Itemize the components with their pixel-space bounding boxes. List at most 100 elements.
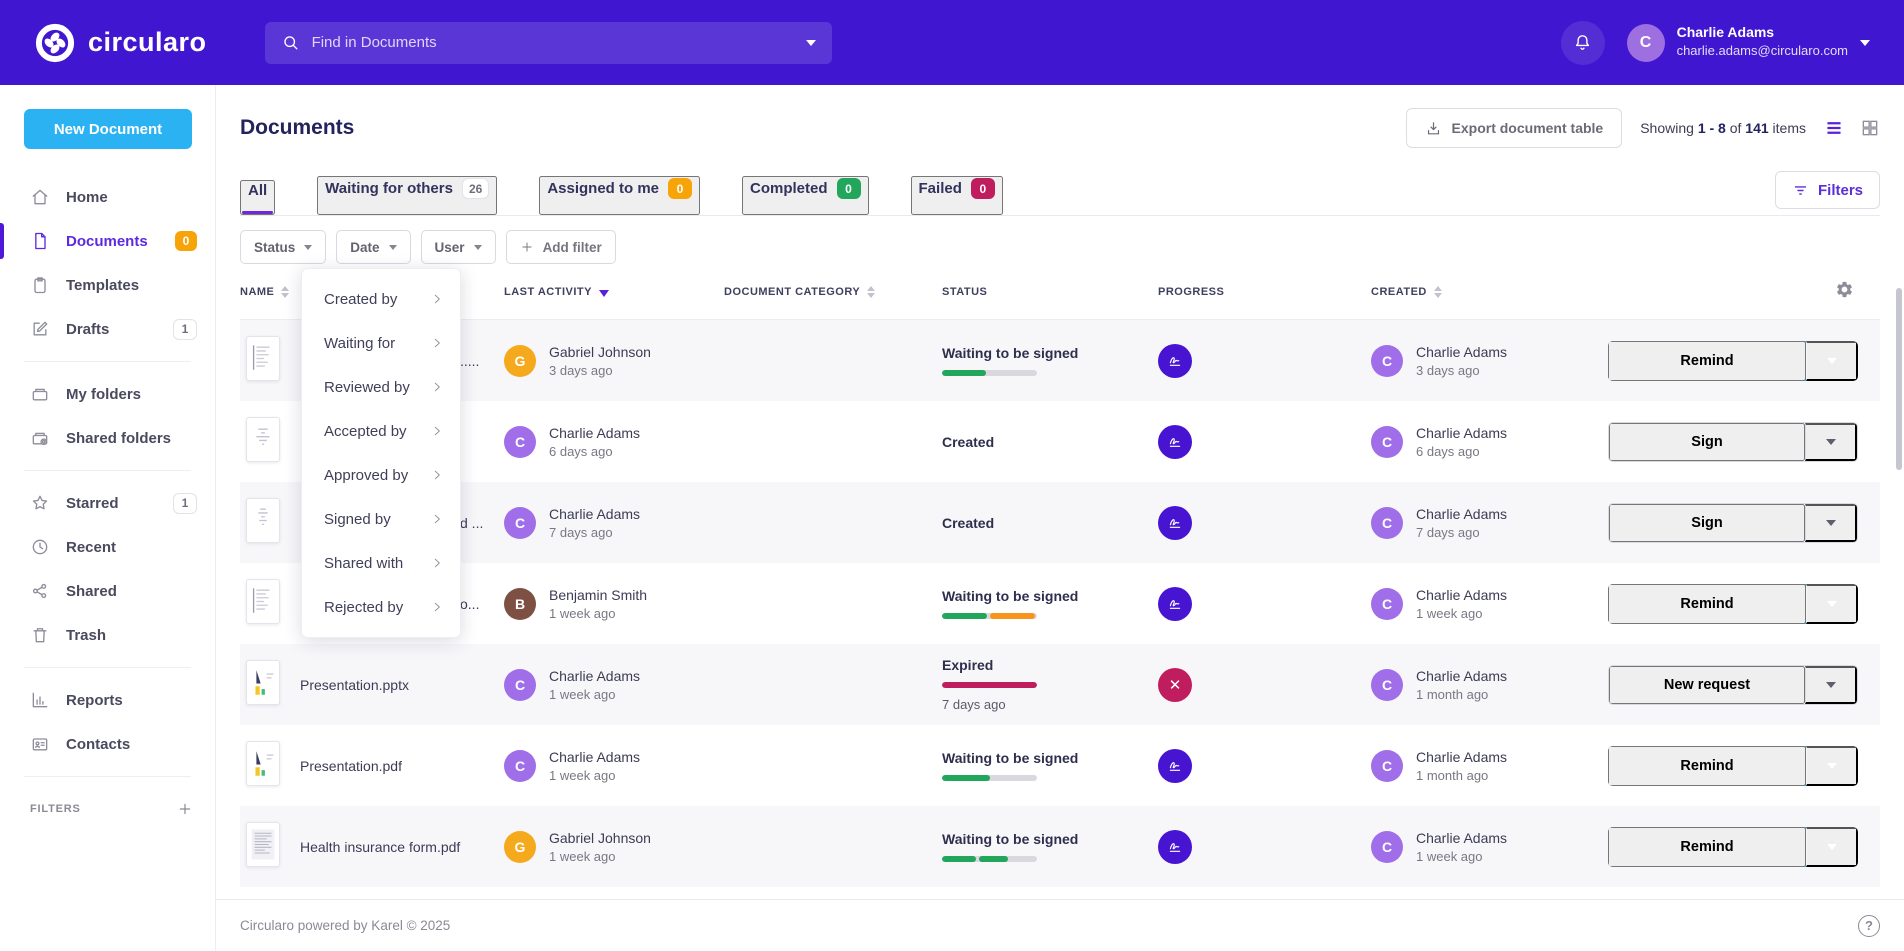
sidebar-item-shared-folders[interactable]: Shared folders [0,416,215,460]
document-search-bar[interactable] [265,22,832,64]
column-header-last-activity[interactable]: LAST ACTIVITY [504,286,724,298]
progress-bar [942,682,1037,688]
tab-waiting-for-others[interactable]: Waiting for others26 [317,176,497,215]
filter-chip-user[interactable]: User [421,230,496,264]
search-input[interactable] [312,34,794,51]
created-cell: CCharlie Adams1 week ago [1371,830,1584,864]
tab-all[interactable]: All [240,180,275,215]
column-header-status[interactable]: STATUS [942,286,1158,298]
column-header-created[interactable]: CREATED [1371,286,1584,298]
action-caret-button[interactable] [1805,666,1857,704]
menu-item-signed-by[interactable]: Signed by [302,497,460,541]
export-document-table-button[interactable]: Export document table [1406,108,1623,148]
action-button[interactable]: Sign [1609,504,1805,542]
help-icon[interactable]: ? [1858,915,1880,937]
action-button[interactable]: Remind [1608,584,1806,624]
sidebar-item-contacts[interactable]: Contacts [0,722,215,766]
sidebar-item-shared[interactable]: Shared [0,569,215,613]
menu-item-waiting-for[interactable]: Waiting for [302,321,460,365]
action-button[interactable]: Sign [1609,423,1805,461]
sidebar-item-templates[interactable]: Templates [0,263,215,307]
signature-status-icon[interactable] [1158,425,1192,459]
menu-item-created-by[interactable]: Created by [302,277,460,321]
chevron-right-icon [430,336,444,350]
menu-item-reviewed-by[interactable]: Reviewed by [302,365,460,409]
brand[interactable]: circularo [34,22,207,64]
failed-status-icon[interactable]: ✕ [1158,668,1192,702]
signature-status-icon[interactable] [1158,344,1192,378]
search-scope-caret-icon[interactable] [806,40,816,46]
action-button-group: Sign [1608,503,1858,543]
grid-view-icon[interactable] [1860,118,1880,138]
tab-assigned-to-me[interactable]: Assigned to me0 [539,176,700,215]
sidebar-item-label: Reports [66,692,123,709]
tab-failed[interactable]: Failed0 [911,176,1003,215]
sidebar-item-recent[interactable]: Recent [0,525,215,569]
sidebar-item-drafts[interactable]: Drafts1 [0,307,215,351]
action-button[interactable]: Remind [1608,341,1806,381]
showing-range: 1 - 8 [1698,120,1726,136]
action-caret-button[interactable] [1806,827,1858,867]
sort-icon [1434,286,1442,298]
sidebar-item-documents[interactable]: Documents0 [0,219,215,263]
top-header: circularo C Charlie Adams charlie.adams@… [0,0,1904,85]
action-button-group: Sign [1608,422,1858,462]
sidebar-item-my-folders[interactable]: My folders [0,372,215,416]
action-caret-button[interactable] [1806,341,1858,381]
page-scrollbar[interactable] [1896,288,1902,470]
filter-chip-add-filter[interactable]: Add filter [506,230,616,264]
new-document-button[interactable]: New Document [24,109,192,149]
tab-completed[interactable]: Completed0 [742,176,869,215]
sidebar-item-trash[interactable]: Trash [0,613,215,657]
user-menu[interactable]: C Charlie Adams charlie.adams@circularo.… [1627,24,1870,62]
signature-status-icon[interactable] [1158,506,1192,540]
document-thumbnail-icon [246,822,280,867]
document-row[interactable]: d ...CCharlie Adams7 days agoCreatedCCha… [240,482,1880,563]
action-caret-button[interactable] [1805,504,1857,542]
action-caret-button[interactable] [1805,423,1857,461]
footer-text: Circularo powered by Karel © 2025 [240,918,450,933]
column-header-progress[interactable]: PROGRESS [1158,286,1371,298]
menu-item-shared-with[interactable]: Shared with [302,541,460,585]
sidebar-item-reports[interactable]: Reports [0,678,215,722]
notifications-button[interactable] [1561,21,1605,65]
filter-chip-date[interactable]: Date [336,230,410,264]
sidebar-item-count: 1 [173,319,197,340]
action-caret-button[interactable] [1806,746,1858,786]
signature-status-icon[interactable] [1158,830,1192,864]
document-row[interactable]: .....GGabriel Johnson3 days agoWaiting t… [240,320,1880,401]
document-row[interactable]: Presentation.pdfCCharlie Adams1 week ago… [240,725,1880,806]
menu-item-accepted-by[interactable]: Accepted by [302,409,460,453]
list-view-icon[interactable] [1824,118,1844,138]
table-settings-gear-icon[interactable] [1835,280,1854,304]
action-button[interactable]: Remind [1608,746,1806,786]
avatar: C [504,507,536,539]
document-row[interactable]: Health insurance form.pdfGGabriel Johnso… [240,806,1880,887]
signature-status-icon[interactable] [1158,587,1192,621]
filter-chip-label: Status [254,240,295,255]
status-label: Waiting to be signed [942,345,1158,361]
document-icon-cell [240,579,300,628]
document-row[interactable]: CCharlie Adams6 days agoCreatedCCharlie … [240,401,1880,482]
signature-status-icon[interactable] [1158,749,1192,783]
column-header-document-category[interactable]: DOCUMENT CATEGORY [724,286,942,298]
chevron-down-icon [1826,520,1836,526]
action-caret-button[interactable] [1806,584,1858,624]
home-icon [30,187,50,207]
created-cell: CCharlie Adams1 month ago [1371,668,1584,702]
status-cell: Expired7 days ago [942,657,1158,712]
document-name: Presentation.pptx [300,677,504,693]
add-filter-plus-icon[interactable] [177,801,193,817]
sidebar-item-starred[interactable]: Starred1 [0,481,215,525]
table-body: .....GGabriel Johnson3 days agoWaiting t… [240,320,1880,887]
document-row[interactable]: Presentation.pptxCCharlie Adams1 week ag… [240,644,1880,725]
filter-chip-status[interactable]: Status [240,230,326,264]
sidebar-item-home[interactable]: Home [0,175,215,219]
footer: Circularo powered by Karel © 2025 ? [216,899,1904,951]
menu-item-approved-by[interactable]: Approved by [302,453,460,497]
action-button[interactable]: Remind [1608,827,1806,867]
document-row[interactable]: o...BBenjamin Smith1 week agoWaiting to … [240,563,1880,644]
action-button[interactable]: New request [1609,666,1805,704]
filters-button[interactable]: Filters [1775,171,1880,209]
menu-item-rejected-by[interactable]: Rejected by [302,585,460,629]
